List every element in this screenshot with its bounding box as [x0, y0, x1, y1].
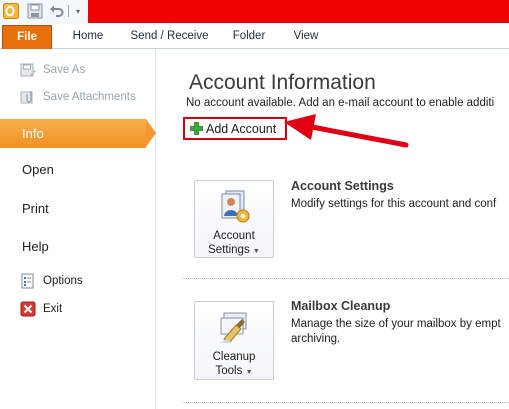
- sidebar-item-exit[interactable]: Exit: [20, 299, 62, 319]
- mailbox-cleanup-title: Mailbox Cleanup: [291, 299, 391, 313]
- account-settings-icon: [216, 189, 252, 225]
- section-divider: [182, 278, 509, 279]
- account-settings-description: Modify settings for this account and con…: [291, 198, 497, 210]
- title-bar: ▾: [0, 0, 509, 24]
- mailbox-cleanup-description-line2: archiving.: [291, 333, 341, 345]
- add-account-button[interactable]: Add Account: [183, 117, 287, 140]
- tab-view[interactable]: View: [283, 24, 329, 49]
- ribbon-tabs: File Home Send / Receive Folder View: [0, 24, 509, 49]
- tab-folder[interactable]: Folder: [222, 24, 276, 49]
- sidebar-item-options[interactable]: Options: [20, 271, 83, 291]
- sidebar-item-print[interactable]: Print: [22, 201, 49, 216]
- dropdown-icon[interactable]: ▾: [72, 2, 84, 20]
- no-account-message: No account available. Add an e-mail acco…: [186, 97, 495, 109]
- tab-file[interactable]: File: [2, 25, 52, 49]
- chevron-down-icon: ▼: [252, 248, 260, 255]
- sidebar-item-label: Options: [43, 275, 83, 287]
- sidebar-item-label: Exit: [43, 303, 63, 315]
- selected-indicator: [146, 119, 156, 147]
- options-icon: [20, 273, 36, 289]
- save-as-icon: [20, 62, 36, 78]
- cleanup-tools-line1: Cleanup: [212, 351, 256, 363]
- section-divider: [182, 402, 509, 403]
- exit-icon: [20, 301, 36, 317]
- save-icon[interactable]: [26, 2, 44, 20]
- title-bar-highlight: [88, 0, 509, 23]
- sidebar-item-help[interactable]: Help: [22, 239, 49, 254]
- backstage-sidebar: Save As Save Attachments Info Open Print…: [0, 50, 156, 409]
- cleanup-tools-line2: Tools: [215, 365, 243, 377]
- toolbar-separator: [68, 5, 69, 17]
- account-information-panel: Account Information No account available…: [157, 50, 509, 409]
- mailbox-cleanup-description-line1: Manage the size of your mailbox by empt: [291, 318, 501, 330]
- mailbox-cleanup-description: Manage the size of your mailbox by empt …: [291, 317, 501, 347]
- plus-icon: [190, 122, 203, 135]
- sidebar-item-label: Save Attachments: [43, 91, 136, 103]
- undo-icon[interactable]: [48, 2, 66, 20]
- sidebar-item-label: Save As: [43, 64, 86, 76]
- sidebar-item-save-attachments[interactable]: Save Attachments: [20, 87, 136, 107]
- sidebar-item-save-as[interactable]: Save As: [20, 60, 85, 80]
- account-settings-line2: Settings: [208, 244, 250, 256]
- chevron-down-icon: ▼: [245, 369, 253, 376]
- tab-send-receive[interactable]: Send / Receive: [122, 24, 217, 49]
- tab-home[interactable]: Home: [64, 24, 112, 49]
- cleanup-tools-button[interactable]: Cleanup Tools ▼: [194, 301, 274, 380]
- cleanup-tools-icon: [216, 310, 252, 346]
- account-settings-line1: Account: [213, 230, 255, 242]
- red-arrow-icon: [284, 114, 409, 148]
- outlook-logo-icon[interactable]: [2, 2, 20, 20]
- attachment-icon: [20, 89, 36, 105]
- account-settings-title: Account Settings: [291, 179, 394, 193]
- sidebar-item-info-label: Info: [22, 126, 44, 141]
- sidebar-item-open[interactable]: Open: [22, 162, 54, 177]
- page-title: Account Information: [189, 71, 376, 94]
- add-account-label: Add Account: [206, 121, 277, 136]
- account-settings-button[interactable]: Account Settings ▼: [194, 180, 274, 258]
